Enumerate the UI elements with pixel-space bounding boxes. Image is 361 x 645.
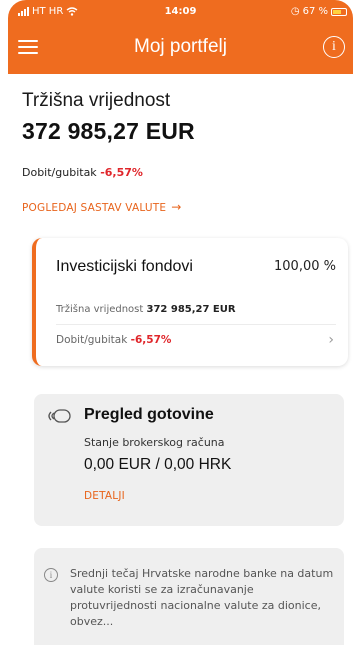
profit-loss-label: Dobit/gubitak: [22, 166, 97, 179]
battery-percent: 67 %: [302, 6, 328, 17]
market-value: 372 985,27 EUR: [22, 118, 195, 144]
page-title: Moj portfelj: [134, 36, 227, 57]
divider: [56, 324, 336, 325]
fund-market-value-label: Tržišna vrijednost: [56, 304, 144, 315]
arrow-right-icon: →: [171, 200, 182, 214]
status-bar: HT HR 14:09 ◷ 67 %: [8, 4, 353, 22]
cash-title: Pregled gotovine: [84, 406, 214, 423]
view-currency-link[interactable]: POGLEDAJ SASTAV VALUTE →: [22, 200, 182, 214]
info-icon[interactable]: i: [323, 36, 345, 58]
battery-icon: [331, 7, 347, 16]
details-link[interactable]: DETALJI: [84, 490, 125, 502]
status-right: ◷ 67 %: [291, 6, 347, 17]
info-card: i Srednji tečaj Hrvatske narodne banke n…: [34, 548, 344, 645]
fund-market-value-row: Tržišna vrijednost 372 985,27 EUR: [56, 304, 236, 315]
fund-profit-loss-row: Dobit/gubitak -6,57%: [56, 334, 171, 346]
profit-loss-value: -6,57%: [100, 166, 143, 179]
investment-funds-card[interactable]: Investicijski fondovi 100,00 % Tržišna v…: [32, 238, 348, 366]
market-value-label: Tržišna vrijednost: [22, 90, 171, 111]
fund-title: Investicijski fondovi: [56, 258, 193, 275]
fund-market-value: 372 985,27 EUR: [146, 304, 236, 315]
alarm-icon: ◷: [290, 6, 300, 17]
cash-icon: [48, 409, 71, 423]
app-header: HT HR 14:09 ◷ 67 % Moj portfelj i: [8, 0, 353, 74]
info-text: Srednji tečaj Hrvatske narodne banke na …: [70, 567, 334, 628]
cash-overview-card: Pregled gotovine Stanje brokerskog račun…: [34, 394, 344, 526]
cash-balance: 0,00 EUR / 0,00 HRK: [84, 456, 232, 473]
fund-percentage: 100,00 %: [274, 259, 336, 274]
fund-profit-loss-value: -6,57%: [130, 334, 172, 346]
nav-bar: Moj portfelj i: [8, 28, 353, 68]
chevron-right-icon: ›: [328, 332, 334, 348]
profit-loss-row: Dobit/gubitak -6,57%: [22, 166, 143, 179]
info-icon: i: [44, 568, 58, 582]
view-currency-label: POGLEDAJ SASTAV VALUTE: [22, 202, 167, 214]
cash-subtitle: Stanje brokerskog računa: [84, 436, 225, 449]
fund-profit-loss-label: Dobit/gubitak: [56, 334, 128, 346]
phone-screen: HT HR 14:09 ◷ 67 % Moj portfelj i Tržišn…: [8, 0, 353, 645]
